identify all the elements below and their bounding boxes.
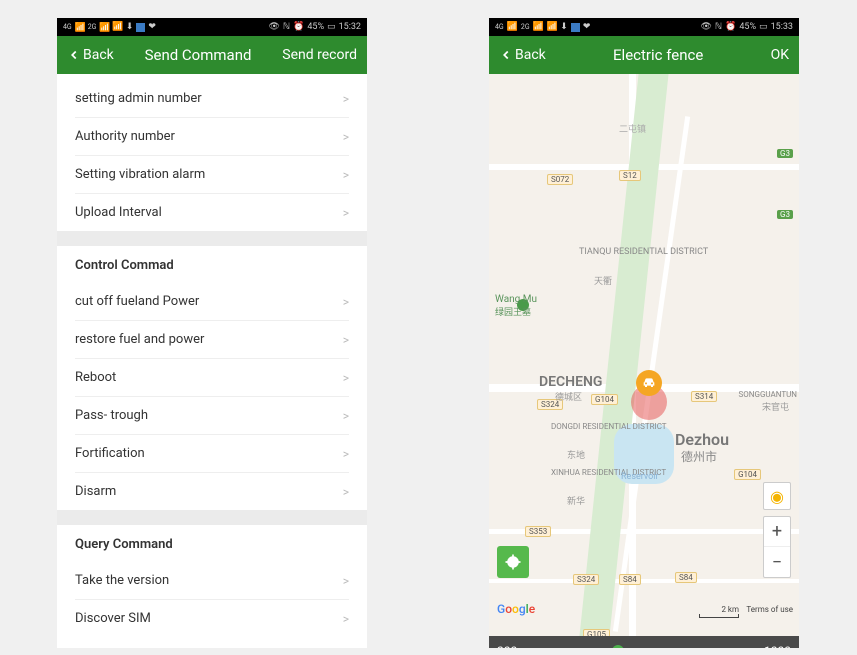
command-list: setting admin number>Authority number>Se… (57, 74, 367, 648)
chevron-right-icon: > (343, 371, 349, 385)
chevron-right-icon: > (343, 333, 349, 347)
place-label: SONGGUANTUN (739, 390, 797, 399)
list-item[interactable]: Fortification> (57, 435, 367, 472)
send-record-button[interactable]: Send record (282, 47, 357, 63)
chevron-right-icon: > (343, 92, 349, 106)
road-tag: S353 (525, 526, 551, 537)
place-label: DONGDI RESIDENTIAL DISTRICT (551, 422, 667, 431)
section-query: Query Command (57, 525, 367, 562)
slider-thumb[interactable] (612, 645, 624, 649)
section-control: Control Commad (57, 246, 367, 283)
pegman-icon[interactable]: ◉ (763, 482, 791, 510)
status-bar: 4G📶 2G📶 📶 ⬇ ❤ 👁ℕ⏰ 45% ▭ 15:33 (489, 18, 799, 36)
place-label: Wang Mu (495, 294, 537, 305)
google-logo: Google (497, 602, 535, 616)
list-item[interactable]: Take the version> (57, 562, 367, 599)
slider-max: 1000 (764, 644, 791, 648)
page-title: Send Command (145, 46, 252, 64)
chevron-right-icon: > (343, 612, 349, 626)
road-tag: G3 (777, 210, 793, 219)
chevron-right-icon: > (343, 447, 349, 461)
scale-bar (699, 614, 739, 618)
back-button[interactable]: Back (499, 47, 546, 63)
road-tag: G104 (734, 469, 761, 480)
list-item[interactable]: Pass- trough> (57, 397, 367, 434)
road-tag: S072 (547, 174, 573, 185)
road-tag: G105 (583, 629, 610, 636)
list-item[interactable]: Discover SIM> (57, 600, 367, 637)
chevron-right-icon: > (343, 206, 349, 220)
list-item[interactable]: cut off fueland Power> (57, 283, 367, 320)
list-item[interactable]: Setting vibration alarm> (57, 156, 367, 193)
place-label: Reservoir (621, 472, 659, 482)
status-bar: 4G📶 2G📶 📶 ⬇ ❤ 👁ℕ⏰ 45% ▭ 15:32 (57, 18, 367, 36)
map[interactable]: S072 S12 G3 G3 G104 S324 S314 G104 S353 … (489, 74, 799, 636)
list-item[interactable]: restore fuel and power> (57, 321, 367, 358)
scale-text: 2 km (721, 605, 739, 614)
road-tag: S314 (691, 391, 717, 402)
road-tag: S84 (675, 572, 697, 583)
place-label: DECHENG (539, 374, 602, 390)
vehicle-pin (636, 370, 662, 396)
header: Back Electric fence OK (489, 36, 799, 74)
zoom-control: + − (763, 516, 791, 578)
list-item[interactable]: Authority number> (57, 118, 367, 155)
list-item[interactable]: Upload Interval> (57, 194, 367, 231)
chevron-right-icon: > (343, 409, 349, 423)
phone-send-command: 4G📶 2G📶 📶 ⬇ ❤ 👁ℕ⏰ 45% ▭ 15:32 Back Send … (57, 18, 367, 648)
battery-pct: 45% (739, 22, 756, 32)
list-item[interactable]: Disarm> (57, 473, 367, 510)
slider-min: 200 (497, 644, 517, 648)
locate-button[interactable] (497, 546, 529, 578)
road-tag: S84 (619, 574, 641, 585)
place-label: TIANQU RESIDENTIAL DISTRICT (579, 247, 708, 257)
chevron-right-icon: > (343, 574, 349, 588)
clock: 15:33 (771, 22, 793, 32)
place-label: 二屯镇 (619, 122, 646, 135)
battery-pct: 45% (307, 22, 324, 32)
zoom-in-button[interactable]: + (764, 517, 790, 547)
page-title: Electric fence (613, 46, 703, 64)
road-tag: S324 (573, 574, 599, 585)
road-tag: G3 (777, 149, 793, 158)
radius-slider: 200 1000 (489, 636, 799, 648)
terms-link[interactable]: Terms of use (746, 605, 793, 614)
header: Back Send Command Send record (57, 36, 367, 74)
ok-button[interactable]: OK (771, 47, 789, 63)
clock: 15:32 (339, 22, 361, 32)
chevron-right-icon: > (343, 295, 349, 309)
phone-electric-fence: 4G📶 2G📶 📶 ⬇ ❤ 👁ℕ⏰ 45% ▭ 15:33 Back Elect… (489, 18, 799, 648)
road-tag: S12 (619, 170, 641, 181)
chevron-right-icon: > (343, 130, 349, 144)
back-button[interactable]: Back (67, 47, 114, 63)
zoom-out-button[interactable]: − (764, 547, 790, 577)
place-label: Dezhou (675, 430, 729, 449)
list-item[interactable]: Reboot> (57, 359, 367, 396)
chevron-right-icon: > (343, 485, 349, 499)
chevron-right-icon: > (343, 168, 349, 182)
list-item[interactable]: setting admin number> (57, 80, 367, 117)
road-tag: G104 (591, 394, 618, 405)
